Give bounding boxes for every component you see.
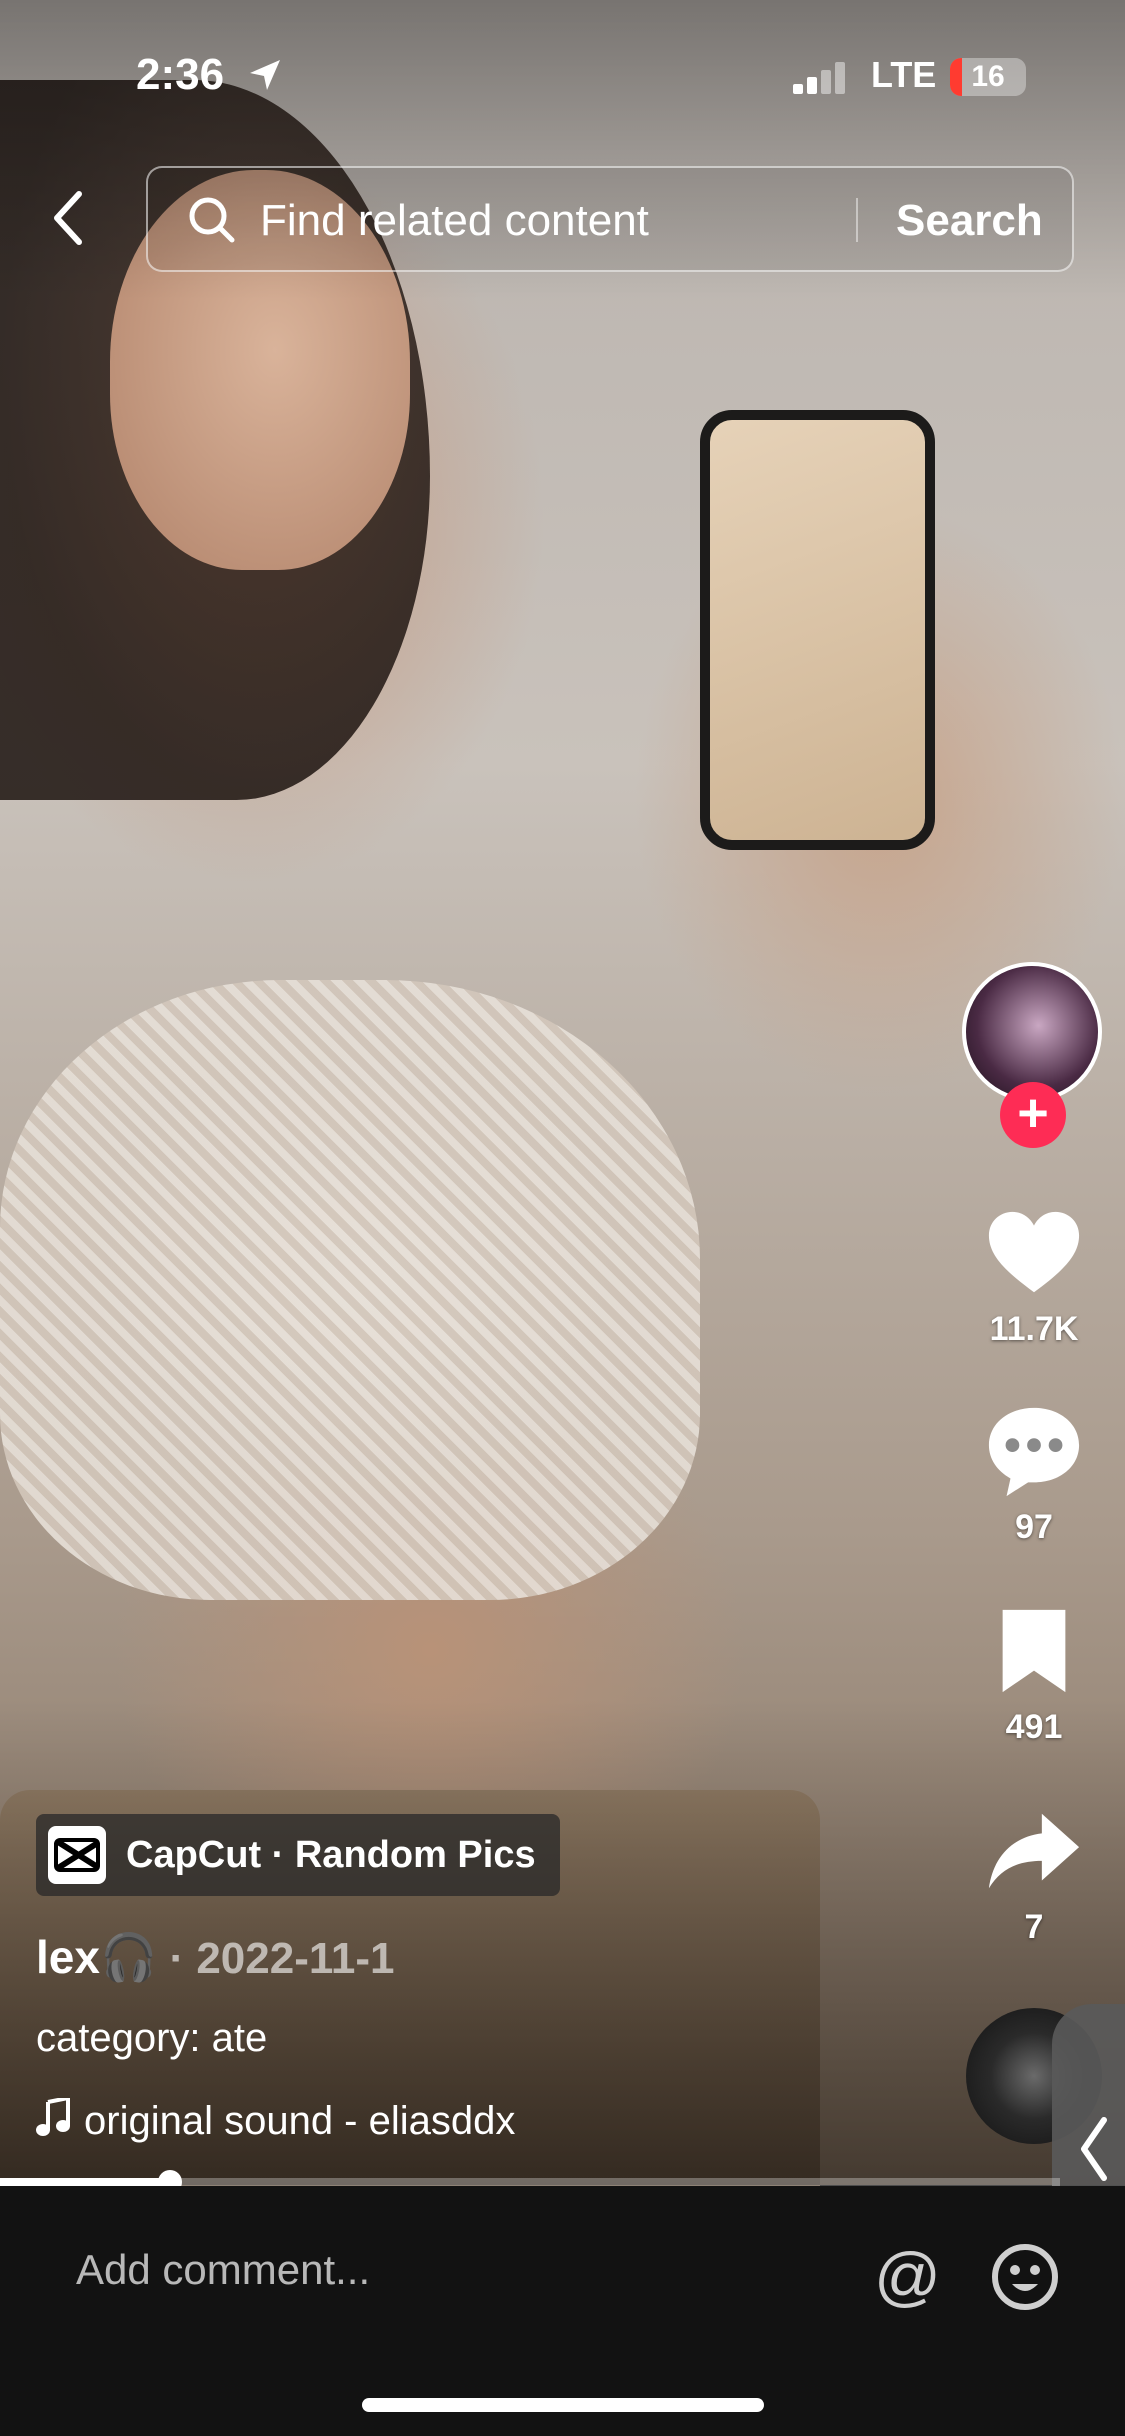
search-button[interactable]: Search <box>896 196 1043 246</box>
back-icon[interactable] <box>45 188 93 248</box>
battery-indicator: 16 <box>950 58 1026 96</box>
battery-level: 16 <box>971 60 1005 93</box>
location-icon <box>250 60 280 90</box>
search-bar[interactable]: Find related content Search <box>146 166 1074 272</box>
post-author-line[interactable]: lex🎧 · 2022-11-1 <box>36 1930 395 1985</box>
follow-plus-icon[interactable]: + <box>1000 1082 1066 1148</box>
save-count: 491 <box>1005 1708 1063 1746</box>
network-type: LTE <box>871 54 937 95</box>
status-time: 2:36 <box>136 50 225 99</box>
status-bar: 2:36 LTE 16 <box>0 40 1125 110</box>
progress-fill <box>0 2178 170 2186</box>
post-description: category: ate <box>36 2016 268 2060</box>
heart-icon[interactable] <box>985 1206 1083 1304</box>
tiktok-video-screen: 2:36 LTE 16 Find related content Search … <box>0 0 1125 2436</box>
search-icon <box>189 197 235 243</box>
comment-bar: Add comment... @ <box>0 2186 1125 2436</box>
post-date: · 2022-11-1 <box>157 1934 395 1983</box>
home-indicator <box>362 2398 764 2412</box>
creator-avatar[interactable] <box>962 962 1102 1102</box>
search-divider <box>856 198 858 242</box>
emoji-icon[interactable] <box>990 2242 1060 2312</box>
sound-link[interactable]: original sound - eliasddx <box>36 2095 516 2144</box>
share-icon[interactable] <box>985 1804 1083 1902</box>
sound-title: original sound - eliasddx <box>84 2099 516 2143</box>
at-icon[interactable]: @ <box>874 2238 941 2314</box>
comment-count: 97 <box>1015 1508 1053 1546</box>
author-name[interactable]: lex🎧 <box>36 1931 157 1983</box>
video-scene-phone <box>700 410 935 850</box>
comment-input[interactable]: Add comment... <box>76 2246 370 2294</box>
video-scene-top <box>0 980 700 1600</box>
capcut-template-badge[interactable]: CapCut · Random Pics <box>36 1814 560 1896</box>
signal-icon <box>793 62 845 94</box>
capcut-label: CapCut · Random Pics <box>126 1834 536 1876</box>
bookmark-icon[interactable] <box>985 1602 1083 1700</box>
capcut-logo-icon <box>48 1826 106 1884</box>
comment-icon[interactable] <box>985 1402 1083 1500</box>
share-count: 7 <box>1024 1908 1044 1946</box>
video-progress-bar[interactable] <box>0 2170 1060 2194</box>
music-note-icon <box>36 2095 70 2136</box>
like-count: 11.7K <box>989 1310 1079 1348</box>
chevron-left-icon <box>1081 2117 1107 2181</box>
search-input[interactable]: Find related content <box>260 196 649 246</box>
